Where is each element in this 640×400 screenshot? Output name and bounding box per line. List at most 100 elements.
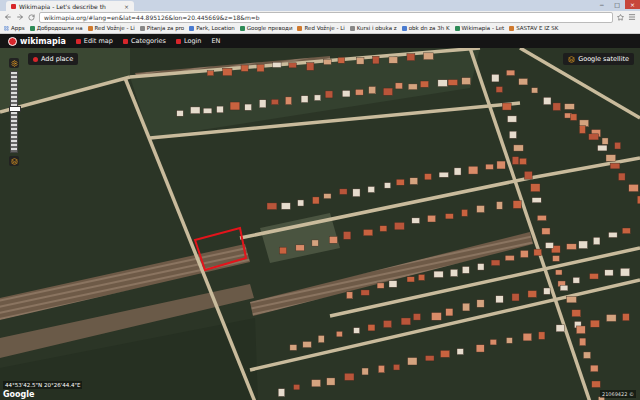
house: [637, 196, 640, 204]
menu-dot-icon: [123, 39, 128, 44]
house: [207, 71, 214, 76]
house: [553, 256, 560, 262]
forward-icon[interactable]: [16, 13, 24, 21]
toolbar-menu[interactable]: Edit map: [76, 37, 113, 45]
house: [579, 241, 588, 249]
bookmark[interactable]: Red Vožnje - Li: [297, 25, 344, 31]
layer-toggle-icon[interactable]: [9, 156, 19, 166]
house: [393, 364, 399, 370]
satellite-map[interactable]: [0, 48, 640, 400]
bookmark[interactable]: Apps: [4, 25, 25, 31]
map-type-button[interactable]: Google satellite: [563, 53, 634, 65]
house: [512, 157, 519, 165]
house: [542, 228, 550, 234]
selected-area[interactable]: [195, 228, 246, 270]
bookmark[interactable]: obk dn za 3h K: [402, 25, 450, 31]
house: [241, 65, 248, 71]
house: [407, 54, 415, 61]
tab-title: Wikimapia - Let's describe th: [19, 3, 106, 10]
bookmark[interactable]: Pitanja za pro: [140, 25, 184, 31]
house: [340, 189, 348, 195]
bookmark-favicon-icon: [88, 26, 93, 31]
google-attribution: Google: [3, 390, 34, 399]
add-place-button[interactable]: Add place: [28, 53, 78, 65]
house: [389, 57, 398, 63]
tab-close-button[interactable]: ×: [120, 3, 129, 10]
house: [342, 90, 350, 96]
bookmark[interactable]: Добродошли на: [30, 25, 83, 31]
house: [418, 274, 424, 280]
house: [271, 99, 278, 104]
house: [369, 86, 376, 93]
house: [410, 178, 418, 185]
road: [125, 78, 255, 400]
house: [555, 270, 562, 275]
bookmark-favicon-icon: [189, 26, 194, 31]
house: [312, 240, 318, 246]
house: [324, 59, 331, 64]
browser-tab[interactable]: Wikimapia - Let's describe th ×: [6, 1, 134, 11]
house: [355, 89, 363, 95]
bookmark[interactable]: Red Vožnje - Li: [88, 25, 135, 31]
menu-icon[interactable]: [628, 13, 636, 21]
window-control-button[interactable]: ×: [625, 0, 640, 9]
house: [565, 104, 575, 110]
bookmark[interactable]: Kursi i obuka z: [350, 25, 397, 31]
house: [620, 268, 629, 276]
toolbar-menu[interactable]: Login: [176, 37, 202, 45]
map[interactable]: Add placeGoogle satellite44°53'42.5"N 20…: [0, 48, 640, 400]
house: [303, 341, 312, 347]
zoom-handle[interactable]: [9, 106, 21, 112]
house: [576, 326, 585, 334]
bookmark[interactable]: Park, Location: [189, 25, 235, 31]
house: [190, 107, 200, 114]
house: [245, 104, 252, 110]
house: [610, 163, 620, 169]
house: [468, 166, 478, 174]
star-icon[interactable]: [617, 14, 624, 21]
house: [298, 200, 304, 206]
house: [384, 183, 390, 188]
house: [425, 174, 432, 180]
settings-icon[interactable]: [9, 58, 19, 68]
house: [380, 226, 387, 232]
house: [396, 179, 404, 185]
house: [373, 56, 379, 64]
house: [257, 64, 264, 71]
zoom-slider[interactable]: [10, 71, 18, 153]
house: [539, 332, 545, 339]
house: [383, 88, 392, 95]
bookmark-favicon-icon: [455, 26, 460, 31]
road: [240, 178, 530, 238]
house: [301, 96, 308, 103]
house: [368, 324, 375, 330]
bookmark[interactable]: SASTAV E IZ SK: [509, 25, 558, 31]
house: [412, 218, 420, 223]
window-control-button[interactable]: □: [609, 0, 625, 9]
back-icon[interactable]: [4, 13, 12, 21]
bookmark[interactable]: Google преводи: [240, 25, 293, 31]
house: [343, 232, 351, 240]
house: [507, 116, 516, 122]
house: [438, 80, 447, 87]
house: [602, 138, 608, 144]
house: [570, 114, 577, 121]
road: [520, 48, 640, 118]
house: [524, 171, 532, 179]
reload-icon[interactable]: [28, 14, 35, 21]
address-bar[interactable]: wikimapia.org/#lang=en&lat=44.895126&lon…: [39, 12, 613, 23]
house: [519, 158, 526, 164]
bookmark-favicon-icon: [240, 26, 245, 31]
wikimapia-logo[interactable]: wikimapia: [8, 37, 66, 46]
house: [520, 250, 528, 257]
window-control-button[interactable]: −: [594, 0, 609, 9]
bookmark[interactable]: Wikimapia - Let: [455, 25, 505, 31]
house: [618, 173, 625, 180]
toolbar-menu[interactable]: Categories: [123, 37, 166, 45]
house: [354, 328, 360, 334]
menu-dot-icon: [176, 39, 181, 44]
house: [327, 378, 335, 385]
layers-icon: [568, 56, 575, 63]
bookmark-favicon-icon: [140, 26, 145, 31]
language-selector[interactable]: EN: [212, 37, 221, 45]
